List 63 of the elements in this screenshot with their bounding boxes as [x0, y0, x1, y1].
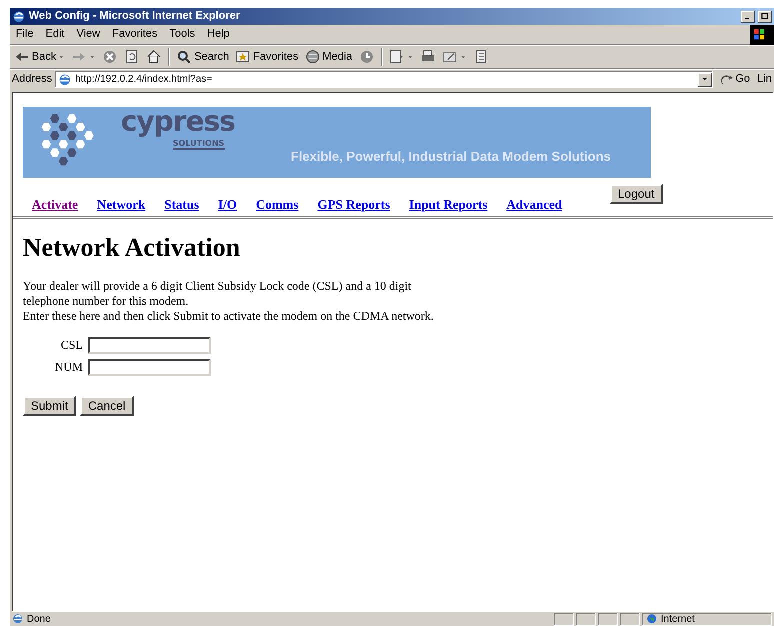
home-icon — [146, 49, 162, 65]
mail-button[interactable] — [388, 49, 414, 65]
links-button[interactable]: Lin — [757, 71, 772, 88]
nav-link[interactable]: Activate — [32, 198, 78, 211]
minimize-button[interactable] — [741, 10, 755, 22]
nav-link[interactable]: Network — [97, 198, 146, 211]
status-text: Done — [27, 612, 51, 626]
status-pane — [576, 612, 596, 626]
globe-icon — [646, 613, 658, 625]
instruction-text: Enter these here and then click Submit to activate the modem on the CDMA network. — [23, 309, 435, 324]
page-icon — [12, 613, 24, 625]
menu-item[interactable]: Favorites — [106, 26, 164, 43]
instruction-text: Your dealer will provide a 6 digit Client Subsidy Lock code (CSL) and a 10 digit telephone number for this modem. — [23, 279, 412, 309]
favorites-icon — [235, 49, 252, 65]
search-button[interactable]: Search — [176, 48, 230, 66]
go-arrow-icon — [720, 72, 734, 86]
history-icon — [358, 49, 375, 65]
menu-item[interactable]: File — [10, 26, 40, 43]
page-icon — [58, 72, 72, 86]
dropdown-button[interactable] — [698, 72, 712, 86]
field-label: NUM — [54, 359, 84, 376]
nav-link[interactable]: Input Reports — [409, 198, 488, 211]
refresh-icon — [124, 49, 140, 65]
maximize-button[interactable] — [758, 10, 772, 22]
page-heading: Network Activation — [23, 233, 242, 263]
tagline: Flexible, Powerful, Industrial Data Modem Solutions — [291, 149, 611, 164]
field-label: CSL — [60, 337, 84, 354]
nav-link[interactable]: I/O — [218, 198, 238, 211]
media-button[interactable]: Media — [304, 48, 353, 66]
globe-icon — [304, 49, 321, 65]
input-field[interactable] — [88, 358, 211, 376]
search-icon — [176, 49, 192, 65]
nav-link[interactable]: GPS Reports — [318, 198, 390, 211]
nav-link[interactable]: Status — [164, 198, 200, 211]
stop-button[interactable] — [102, 49, 118, 65]
status-pane — [554, 612, 574, 626]
zone-text: Internet — [661, 612, 695, 626]
logo-wordmark: cypress — [121, 105, 236, 139]
address-field[interactable]: http://192.0.2.4/index.html?as= — [55, 71, 713, 88]
menu-item[interactable]: Tools — [164, 26, 202, 43]
stop-icon — [102, 49, 118, 65]
logout-button[interactable]: Logout — [610, 184, 663, 204]
maximize-icon — [760, 12, 770, 22]
cancel-button[interactable]: Cancel — [80, 396, 134, 416]
menu-item[interactable]: Edit — [40, 26, 71, 43]
menu-item[interactable]: Help — [201, 26, 236, 43]
status-pane — [620, 612, 640, 626]
nav-link[interactable]: Comms — [256, 198, 299, 211]
favorites-button[interactable]: Favorites — [235, 48, 299, 66]
window-title: Web Config - Microsoft Internet Explorer — [29, 9, 242, 24]
nav-link[interactable]: Advanced — [506, 198, 562, 211]
go-button[interactable]: Go — [716, 71, 754, 88]
home-button[interactable] — [146, 49, 162, 65]
history-button[interactable] — [358, 49, 375, 65]
back-button[interactable]: Back — [14, 48, 66, 66]
refresh-button[interactable] — [124, 49, 140, 65]
logo-subtitle: SOLUTIONS — [173, 140, 225, 150]
menu-item[interactable]: View — [70, 26, 106, 43]
status-pane — [598, 612, 618, 626]
app-icon — [12, 10, 26, 24]
address-label: Address — [12, 72, 52, 88]
input-field[interactable] — [88, 336, 211, 354]
submit-button[interactable]: Submit — [23, 396, 76, 416]
